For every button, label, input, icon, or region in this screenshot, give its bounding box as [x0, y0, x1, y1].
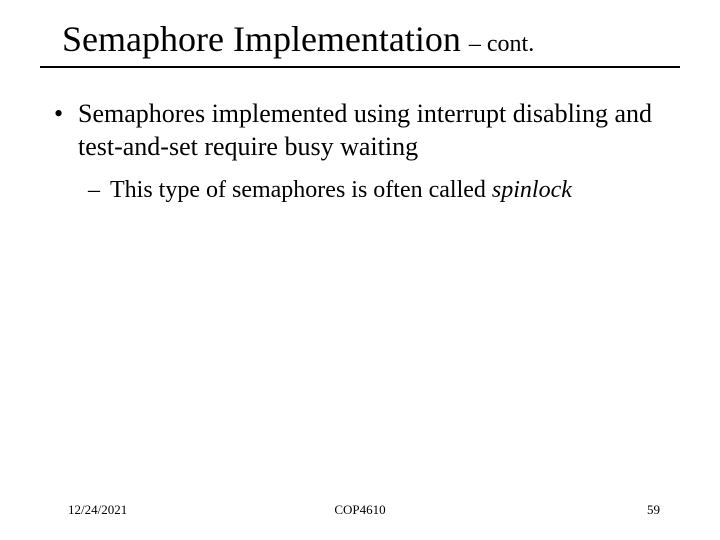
sub-bullet-text: This type of semaphores is often called … — [110, 175, 680, 206]
title-container: Semaphore Implementation – cont. — [40, 18, 680, 68]
sub-bullet-prefix: This type of semaphores is often called — [110, 177, 492, 203]
sub-bullet-italic: spinlock — [492, 177, 572, 203]
bullet-text: Semaphores implemented using interrupt d… — [78, 98, 680, 163]
sub-bullet-item: – This type of semaphores is often calle… — [50, 175, 680, 206]
footer-date: 12/24/2021 — [68, 502, 127, 518]
sub-bullet-marker: – — [88, 175, 110, 206]
content-area: • Semaphores implemented using interrupt… — [40, 98, 680, 206]
footer: 12/24/2021 COP4610 59 — [0, 502, 720, 518]
slide: Semaphore Implementation – cont. • Semap… — [0, 0, 720, 540]
bullet-item: • Semaphores implemented using interrupt… — [50, 98, 680, 163]
slide-title: Semaphore Implementation — [62, 19, 461, 59]
slide-title-suffix: – cont. — [463, 31, 534, 57]
footer-course: COP4610 — [334, 502, 385, 518]
footer-page: 59 — [647, 502, 660, 518]
bullet-marker: • — [50, 98, 78, 131]
